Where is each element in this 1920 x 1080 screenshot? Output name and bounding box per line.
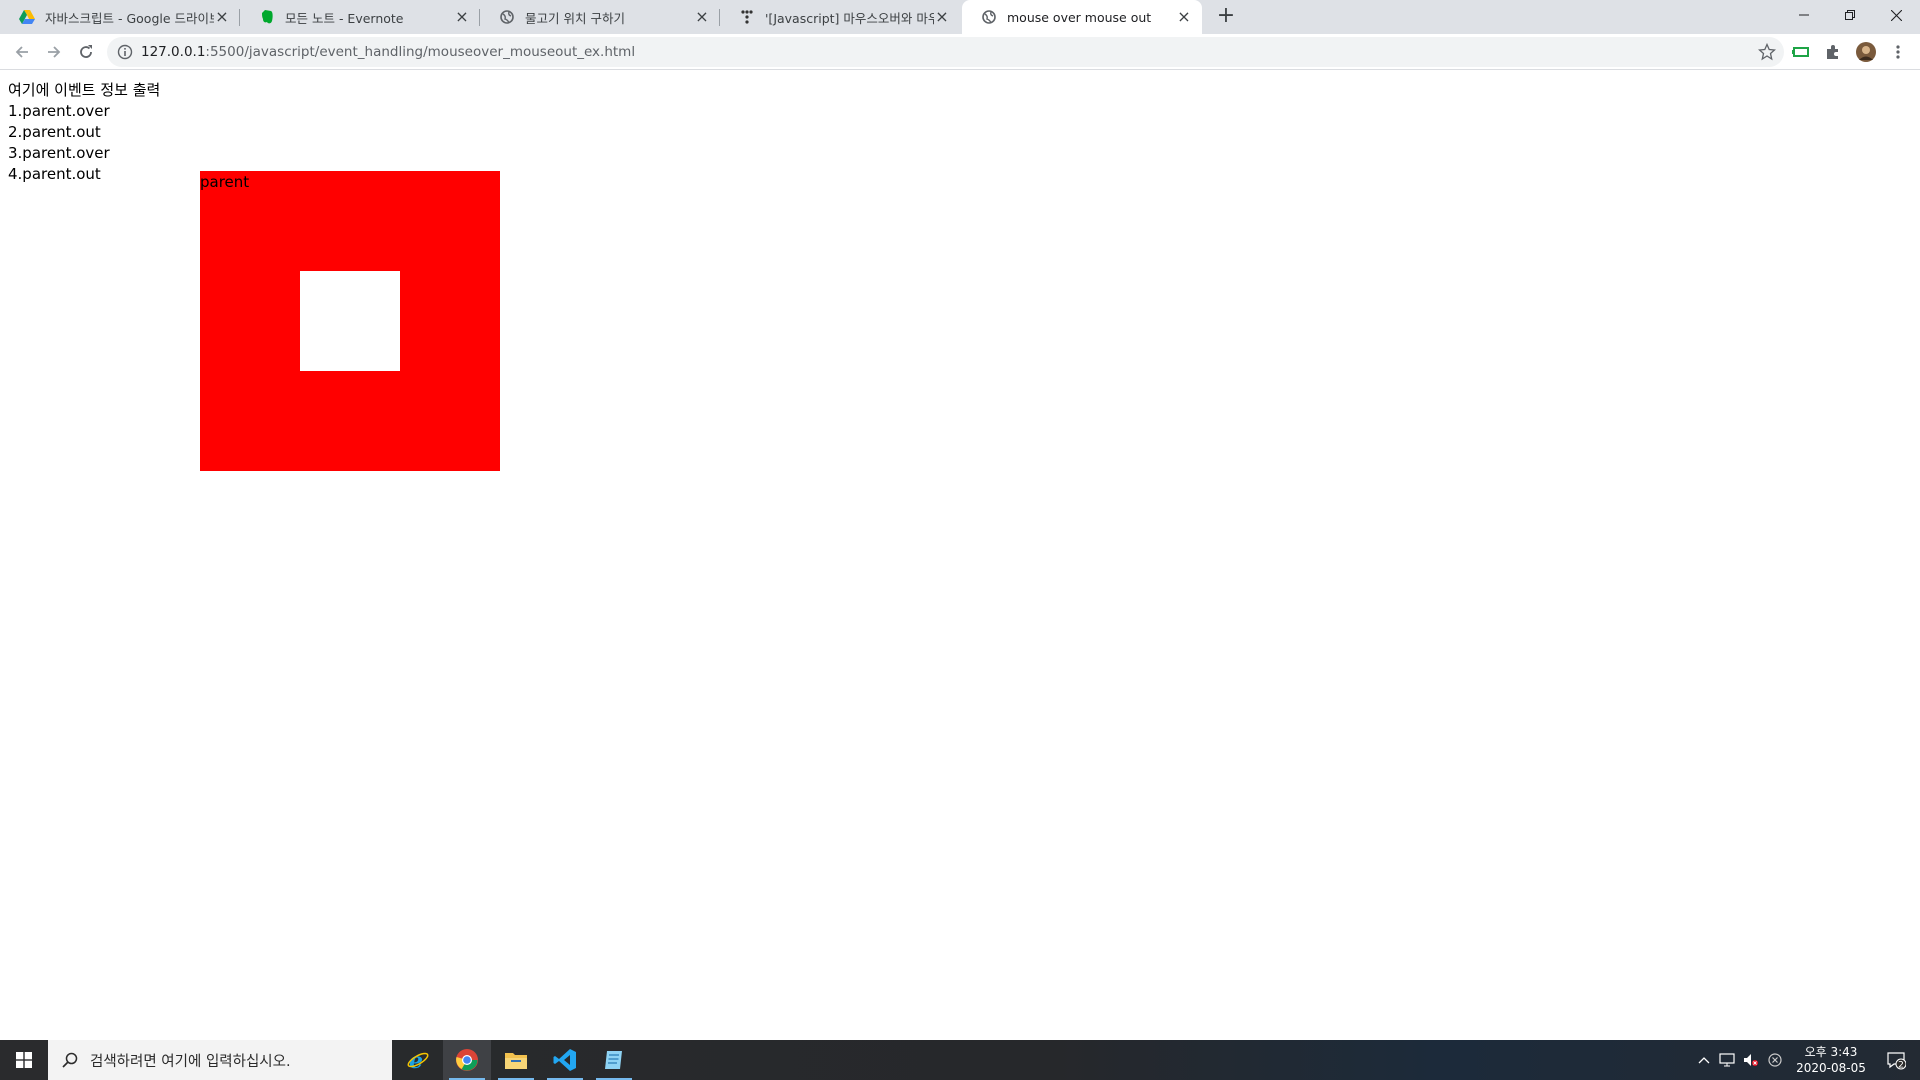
vscode-icon[interactable] bbox=[541, 1040, 589, 1080]
tab-title: 자바스크립트 - Google 드라이브 bbox=[45, 10, 214, 26]
close-tab-icon[interactable]: × bbox=[214, 9, 230, 25]
clock-time: 오후 3:43 bbox=[1804, 1045, 1858, 1059]
volume-muted-icon[interactable] bbox=[1740, 1040, 1762, 1080]
extensions-puzzle-icon[interactable] bbox=[1823, 42, 1843, 62]
tab-evernote[interactable]: 모든 노트 - Evernote × bbox=[240, 0, 480, 34]
network-icon[interactable] bbox=[1716, 1040, 1738, 1080]
parent-label: parent bbox=[200, 173, 250, 191]
internet-explorer-icon[interactable]: e bbox=[394, 1040, 442, 1080]
tab-title: 물고기 위치 구하기 bbox=[525, 10, 625, 26]
search-icon bbox=[62, 1052, 78, 1068]
close-tab-icon[interactable]: × bbox=[934, 9, 950, 25]
extension-green-icon[interactable] bbox=[1791, 42, 1811, 62]
tab-title: 모든 노트 - Evernote bbox=[285, 10, 404, 26]
event-log: 여기에 이벤트 정보 출력 1.parent.over 2.parent.out… bbox=[8, 80, 160, 185]
browser-toolbar: 127.0.0.1:5500/javascript/event_handling… bbox=[0, 34, 1920, 70]
windows-taskbar: 검색하려면 여기에 입력하십시오. e 오후 3:43 2020-08-05 2 bbox=[0, 1040, 1920, 1080]
show-hidden-icons-chevron[interactable] bbox=[1694, 1040, 1714, 1080]
tab-javascript-mouseover[interactable]: '[Javascript] 마우스오버와 마우스아웃 × bbox=[720, 0, 960, 34]
back-button[interactable] bbox=[8, 38, 36, 66]
close-window-button[interactable] bbox=[1873, 0, 1919, 30]
url-host: 127.0.0.1 bbox=[141, 44, 206, 60]
parent-box[interactable]: parent bbox=[200, 171, 500, 471]
notifications-icon[interactable]: 2 bbox=[1878, 1040, 1914, 1080]
close-tab-icon[interactable]: × bbox=[694, 9, 710, 25]
restore-button[interactable] bbox=[1827, 0, 1873, 30]
bookmark-star-icon[interactable] bbox=[1757, 42, 1777, 61]
globe-icon bbox=[499, 9, 515, 25]
new-tab-button[interactable]: + bbox=[1213, 5, 1239, 29]
start-button[interactable] bbox=[0, 1040, 48, 1080]
evernote-icon bbox=[259, 9, 275, 25]
tab-google-drive[interactable]: 자바스크립트 - Google 드라이브 × bbox=[0, 0, 240, 34]
tistory-icon bbox=[739, 9, 755, 25]
log-heading: 여기에 이벤트 정보 출력 bbox=[8, 81, 161, 99]
info-icon[interactable] bbox=[117, 44, 133, 60]
google-drive-icon bbox=[19, 9, 35, 25]
url-text: 127.0.0.1:5500/javascript/event_handling… bbox=[141, 44, 635, 60]
forward-button[interactable] bbox=[40, 38, 68, 66]
log-entry: 1.parent.over bbox=[8, 102, 110, 120]
minimize-button[interactable] bbox=[1781, 0, 1827, 30]
page-content: 여기에 이벤트 정보 출력 1.parent.over 2.parent.out… bbox=[0, 70, 1920, 1040]
log-entry: 4.parent.out bbox=[8, 165, 101, 183]
url-path: :5500/javascript/event_handling/mouseove… bbox=[205, 44, 636, 60]
taskbar-clock[interactable]: 오후 3:43 2020-08-05 bbox=[1786, 1044, 1876, 1076]
tab-title: mouse over mouse out bbox=[1007, 9, 1152, 25]
chrome-menu-icon[interactable] bbox=[1888, 42, 1908, 62]
log-entry: 3.parent.over bbox=[8, 144, 110, 162]
tab-title: '[Javascript] 마우스오버와 마우스아웃 bbox=[765, 10, 934, 26]
taskbar-search-box[interactable]: 검색하려면 여기에 입력하십시오. bbox=[48, 1040, 392, 1080]
tab-strip: 자바스크립트 - Google 드라이브 × 모든 노트 - Evernote … bbox=[0, 0, 1920, 34]
clock-date: 2020-08-05 bbox=[1796, 1061, 1866, 1075]
reload-button[interactable] bbox=[72, 38, 100, 66]
child-box[interactable] bbox=[300, 271, 400, 371]
globe-icon bbox=[981, 9, 997, 25]
status-close-icon[interactable] bbox=[1764, 1040, 1786, 1080]
chrome-icon[interactable] bbox=[443, 1040, 491, 1080]
address-bar[interactable]: 127.0.0.1:5500/javascript/event_handling… bbox=[107, 37, 1784, 67]
close-tab-icon[interactable]: × bbox=[1176, 9, 1192, 25]
tab-mouse-over-mouse-out[interactable]: mouse over mouse out × bbox=[962, 0, 1202, 34]
search-placeholder: 검색하려면 여기에 입력하십시오. bbox=[90, 1053, 291, 1070]
profile-avatar[interactable] bbox=[1856, 42, 1876, 62]
close-tab-icon[interactable]: × bbox=[454, 9, 470, 25]
log-entry: 2.parent.out bbox=[8, 123, 101, 141]
tab-fish-position[interactable]: 물고기 위치 구하기 × bbox=[480, 0, 720, 34]
notification-count: 2 bbox=[1898, 1061, 1904, 1071]
notepad-icon[interactable] bbox=[590, 1040, 638, 1080]
file-explorer-icon[interactable] bbox=[492, 1040, 540, 1080]
